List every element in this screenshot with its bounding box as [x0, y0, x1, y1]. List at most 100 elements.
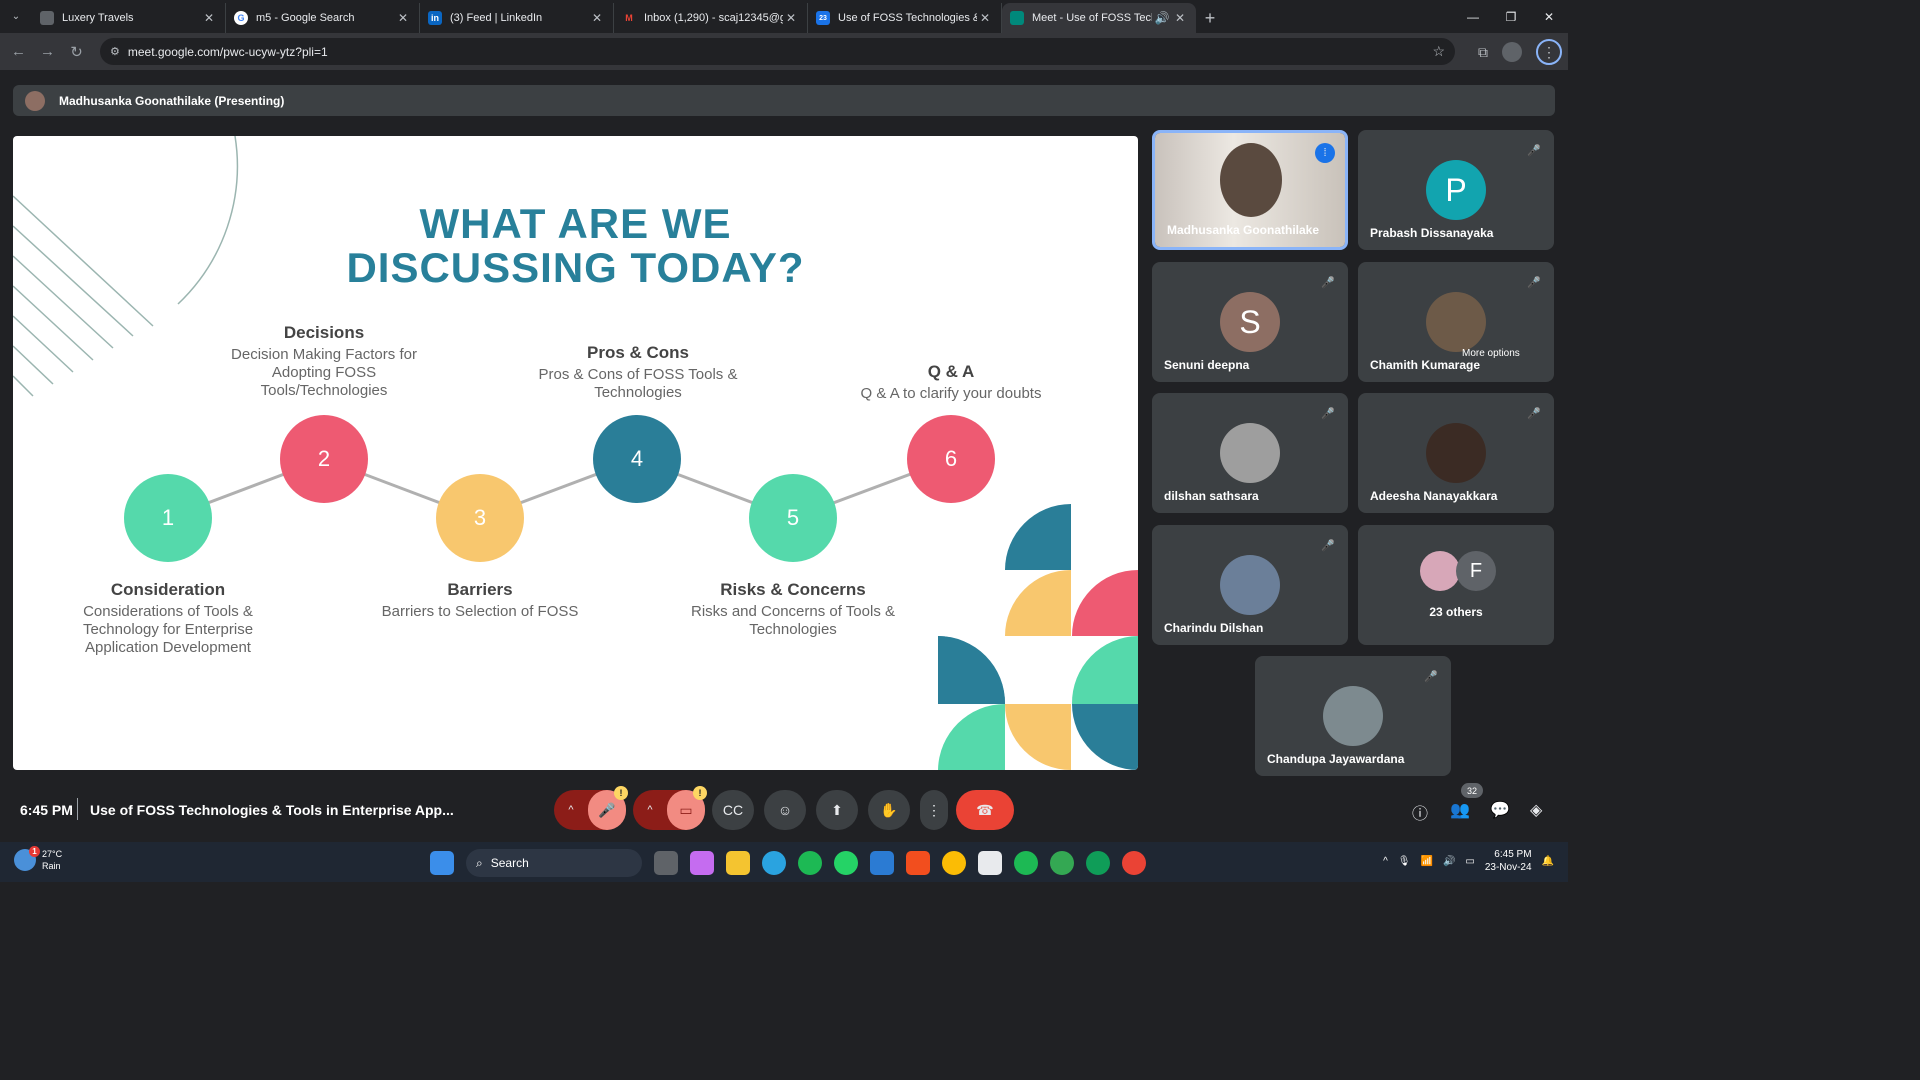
tab-gmail[interactable]: M Inbox (1,290) - scaj12345@gmail ✕ [614, 3, 808, 33]
reload-icon[interactable]: ↻ [62, 43, 91, 61]
avatar [1426, 292, 1486, 352]
tab-title: Luxery Travels [62, 12, 134, 24]
tab-title: m5 - Google Search [256, 12, 355, 24]
raise-hand-button[interactable]: ✋ [868, 790, 910, 830]
task-view-icon[interactable] [654, 851, 678, 875]
close-window-icon[interactable]: ✕ [1530, 0, 1568, 33]
close-icon[interactable]: ✕ [395, 11, 411, 25]
copilot-icon[interactable] [690, 851, 714, 875]
figma-icon[interactable] [906, 851, 930, 875]
avatar [1220, 555, 1280, 615]
tab-title: Use of FOSS Technologies & To [838, 12, 977, 24]
people-icon[interactable]: 👥 [1450, 800, 1470, 820]
extensions-icon[interactable]: ⧉ [1478, 44, 1488, 61]
step-heading: Barriers [447, 580, 513, 599]
activities-icon[interactable]: ◈ [1530, 800, 1542, 820]
app-icon[interactable] [978, 851, 1002, 875]
search-icon: ⌕ [476, 855, 483, 870]
url-input[interactable]: ⚙ meet.google.com/pwc-ucyw-ytz?pli=1 ☆ [100, 38, 1455, 65]
participant-tile-charindu[interactable]: 🎤 Charindu Dilshan [1152, 525, 1348, 645]
participant-tile-prabash[interactable]: 🎤 P Prabash Dissanayaka [1358, 130, 1554, 250]
present-button[interactable]: ⬆ [816, 790, 858, 830]
reactions-button[interactable]: ☺ [764, 790, 806, 830]
tab-luxery-travels[interactable]: Luxery Travels ✕ [32, 3, 226, 33]
close-icon[interactable]: ✕ [1172, 11, 1188, 25]
participant-tile-senuni[interactable]: 🎤 S Senuni deepna [1152, 262, 1348, 382]
edge-icon[interactable] [1086, 851, 1110, 875]
new-tab-button[interactable]: + [1196, 3, 1224, 33]
tab-title: (3) Feed | LinkedIn [450, 12, 543, 24]
participant-tile-others[interactable]: F 23 others [1358, 525, 1554, 645]
back-icon[interactable]: ← [4, 43, 33, 60]
people-count-badge: 32 [1461, 783, 1483, 798]
participant-name: Chamith Kumarage [1370, 358, 1481, 372]
tab-google-search[interactable]: G m5 - Google Search ✕ [226, 3, 420, 33]
meeting-info-icon[interactable]: ⓘ [1412, 800, 1428, 824]
volume-icon[interactable]: 🔊 [1443, 856, 1455, 867]
tab-calendar[interactable]: 23 Use of FOSS Technologies & To ✕ [808, 3, 1002, 33]
minimize-icon[interactable]: — [1454, 0, 1492, 33]
url-text: meet.google.com/pwc-ucyw-ytz?pli=1 [127, 44, 328, 59]
slide-title-line2: DISCUSSING TODAY? [346, 244, 805, 291]
participant-tile-adeesha[interactable]: 🎤 Adeesha Nanayakkara [1358, 393, 1554, 513]
profile-avatar[interactable] [1502, 42, 1522, 62]
windows-start-icon[interactable] [430, 851, 454, 875]
whatsapp-icon[interactable] [834, 851, 858, 875]
captions-button[interactable]: CC [712, 790, 754, 830]
notification-bell-icon[interactable]: 🔔 [1542, 856, 1554, 867]
site-info-icon[interactable]: ⚙ [110, 45, 120, 58]
file-explorer-icon[interactable] [726, 851, 750, 875]
meeting-controls-bar: 6:45 PM Use of FOSS Technologies & Tools… [0, 783, 1568, 830]
step-circle-3: 3 [436, 474, 524, 562]
chevron-up-icon[interactable]: ^ [1383, 856, 1388, 867]
tray-clock[interactable]: 6:45 PM 23-Nov-24 [1485, 848, 1532, 874]
spotify-icon[interactable] [798, 851, 822, 875]
close-icon[interactable]: ✕ [977, 11, 993, 25]
tab-search-icon[interactable]: ⌄ [0, 0, 32, 33]
close-icon[interactable]: ✕ [783, 11, 799, 25]
camera-toggle-button[interactable]: ^ ▭ ! [633, 786, 707, 830]
tab-strip: ⌄ Luxery Travels ✕ G m5 - Google Search … [0, 0, 1568, 33]
chevron-up-icon[interactable]: ^ [554, 804, 588, 816]
restore-icon[interactable]: ❐ [1492, 0, 1530, 33]
chat-icon[interactable]: 💬 [1490, 800, 1510, 820]
battery-icon[interactable]: ▭ [1465, 856, 1474, 867]
spotify-icon[interactable] [1014, 851, 1038, 875]
chevron-up-icon[interactable]: ^ [633, 804, 667, 816]
mic-toggle-button[interactable]: ^ 🎤 ! [554, 786, 628, 830]
avatar [1220, 423, 1280, 483]
close-icon[interactable]: ✕ [201, 11, 217, 25]
address-bar: ← → ↻ ⚙ meet.google.com/pwc-ucyw-ytz?pli… [0, 33, 1568, 70]
step-heading: Pros & Cons [586, 343, 690, 362]
weather-widget[interactable]: 1 27°C Rain [14, 846, 62, 872]
close-icon[interactable]: ✕ [589, 11, 605, 25]
participant-tile-chandupa[interactable]: 🎤 Chandupa Jayawardana [1255, 656, 1451, 776]
captions-icon: CC [722, 802, 744, 818]
app-notification-icon[interactable] [1122, 851, 1146, 875]
step-label-2: Decisions Decision Making Factors for Ad… [215, 323, 433, 400]
leave-call-button[interactable]: ☎ [956, 790, 1014, 830]
chrome-active-icon[interactable] [1050, 851, 1074, 875]
taskbar-search[interactable]: ⌕ Search [466, 849, 642, 877]
microphone-icon[interactable]: 🎙 [1398, 856, 1411, 867]
step-circle-4: 4 [593, 415, 681, 503]
chrome-icon[interactable] [942, 851, 966, 875]
telegram-icon[interactable] [762, 851, 786, 875]
tab-linkedin[interactable]: in (3) Feed | LinkedIn ✕ [420, 3, 614, 33]
vscode-icon[interactable] [870, 851, 894, 875]
meet-favicon-icon [1010, 11, 1024, 25]
avatar [1323, 686, 1383, 746]
participant-tile-dilshan[interactable]: 🎤 dilshan sathsara [1152, 393, 1348, 513]
bookmark-star-icon[interactable]: ☆ [1432, 43, 1445, 60]
speaker-icon[interactable]: 🔊 [1152, 11, 1172, 25]
avatar [1420, 551, 1460, 591]
divider [77, 798, 78, 820]
more-options-button[interactable]: ⋮ [920, 790, 948, 830]
tab-meet[interactable]: Meet - Use of FOSS Technol 🔊 ✕ [1002, 3, 1196, 33]
participant-tile-madhusanka[interactable]: ⁞ Madhusanka Goonathilake [1152, 130, 1348, 250]
wifi-icon[interactable]: 📶 [1420, 856, 1432, 867]
meeting-clock: 6:45 PM [20, 802, 73, 818]
forward-icon[interactable]: → [33, 43, 62, 60]
participant-tile-chamith[interactable]: 🎤 More options Chamith Kumarage [1358, 262, 1554, 382]
browser-menu-icon[interactable]: ⋮ [1536, 39, 1562, 65]
